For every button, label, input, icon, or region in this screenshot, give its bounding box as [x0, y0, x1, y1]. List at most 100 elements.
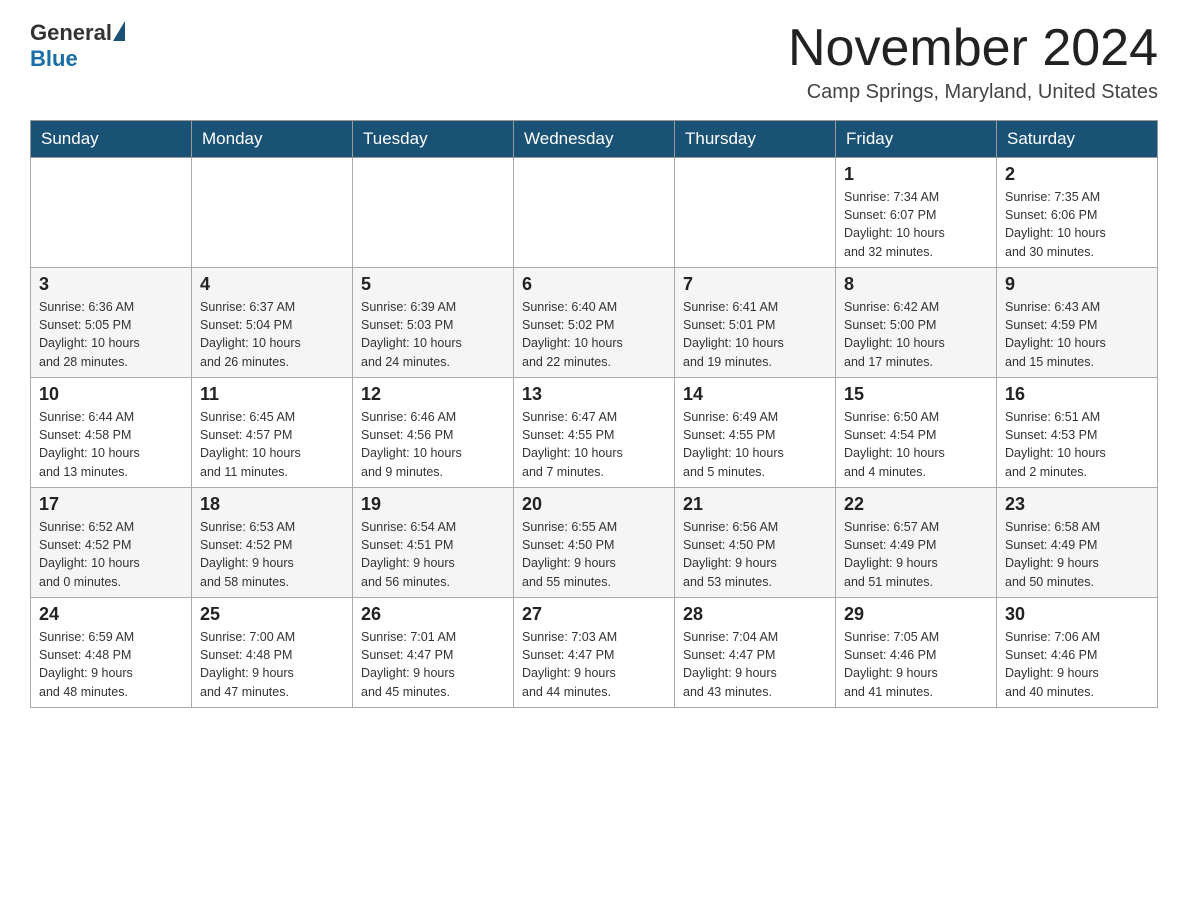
day-number: 23: [1005, 494, 1149, 515]
day-info: Sunrise: 7:05 AM Sunset: 4:46 PM Dayligh…: [844, 628, 988, 701]
day-number: 25: [200, 604, 344, 625]
day-cell: 30Sunrise: 7:06 AM Sunset: 4:46 PM Dayli…: [997, 598, 1158, 708]
day-number: 11: [200, 384, 344, 405]
day-info: Sunrise: 6:57 AM Sunset: 4:49 PM Dayligh…: [844, 518, 988, 591]
day-number: 28: [683, 604, 827, 625]
day-info: Sunrise: 7:04 AM Sunset: 4:47 PM Dayligh…: [683, 628, 827, 701]
location-title: Camp Springs, Maryland, United States: [788, 81, 1158, 104]
month-title: November 2024: [788, 20, 1158, 77]
day-info: Sunrise: 6:51 AM Sunset: 4:53 PM Dayligh…: [1005, 408, 1149, 481]
weekday-header-friday: Friday: [836, 121, 997, 158]
day-cell: [353, 158, 514, 268]
week-row-1: 1 Sunrise: 7:34 AM Sunset: 6:07 PM Daylig…: [31, 158, 1158, 268]
day-info: Sunrise: 7:34 AM Sunset: 6:07 PM Dayligh…: [844, 188, 988, 261]
weekday-header-monday: Monday: [192, 121, 353, 158]
week-row-4: 17 Sunrise: 6:52 AM Sunset: 4:52 PM Dayli…: [31, 488, 1158, 598]
day-cell: 18 Sunrise: 6:53 AM Sunset: 4:52 PM Dayli…: [192, 488, 353, 598]
day-cell: 25 Sunrise: 7:00 AM Sunset: 4:48 PM Dayli…: [192, 598, 353, 708]
day-number: 26: [361, 604, 505, 625]
day-number: 24: [39, 604, 183, 625]
day-info: Sunrise: 6:46 AM Sunset: 4:56 PM Dayligh…: [361, 408, 505, 481]
title-area: November 2024 Camp Springs, Maryland, Un…: [788, 20, 1158, 104]
week-row-5: 24 Sunrise: 6:59 AM Sunset: 4:48 PM Dayli…: [31, 598, 1158, 708]
day-info: Sunrise: 6:56 AM Sunset: 4:50 PM Dayligh…: [683, 518, 827, 591]
logo-triangle-icon: [113, 21, 125, 41]
day-info: Sunrise: 7:03 AM Sunset: 4:47 PM Dayligh…: [522, 628, 666, 701]
day-info: Sunrise: 6:40 AM Sunset: 5:02 PM Dayligh…: [522, 298, 666, 371]
day-info: Sunrise: 6:58 AM Sunset: 4:49 PM Dayligh…: [1005, 518, 1149, 591]
day-cell: 19 Sunrise: 6:54 AM Sunset: 4:51 PM Dayli…: [353, 488, 514, 598]
day-number: 22: [844, 494, 988, 515]
day-number: 9: [1005, 274, 1149, 295]
day-cell: 3 Sunrise: 6:36 AM Sunset: 5:05 PM Daylig…: [31, 268, 192, 378]
day-info: Sunrise: 6:45 AM Sunset: 4:57 PM Dayligh…: [200, 408, 344, 481]
day-number: 12: [361, 384, 505, 405]
weekday-header-row: SundayMondayTuesdayWednesdayThursdayFrid…: [31, 121, 1158, 158]
weekday-header-wednesday: Wednesday: [514, 121, 675, 158]
day-cell: [192, 158, 353, 268]
day-number: 16: [1005, 384, 1149, 405]
day-cell: 21 Sunrise: 6:56 AM Sunset: 4:50 PM Dayli…: [675, 488, 836, 598]
day-cell: 23 Sunrise: 6:58 AM Sunset: 4:49 PM Dayli…: [997, 488, 1158, 598]
week-row-3: 10Sunrise: 6:44 AM Sunset: 4:58 PM Dayli…: [31, 378, 1158, 488]
day-cell: 11 Sunrise: 6:45 AM Sunset: 4:57 PM Dayli…: [192, 378, 353, 488]
day-number: 27: [522, 604, 666, 625]
day-cell: [514, 158, 675, 268]
day-number: 29: [844, 604, 988, 625]
day-cell: 1 Sunrise: 7:34 AM Sunset: 6:07 PM Daylig…: [836, 158, 997, 268]
day-number: 4: [200, 274, 344, 295]
weekday-header-tuesday: Tuesday: [353, 121, 514, 158]
day-number: 20: [522, 494, 666, 515]
day-number: 18: [200, 494, 344, 515]
day-cell: 14Sunrise: 6:49 AM Sunset: 4:55 PM Dayli…: [675, 378, 836, 488]
page-header: General Blue November 2024 Camp Springs,…: [30, 20, 1158, 104]
day-info: Sunrise: 6:53 AM Sunset: 4:52 PM Dayligh…: [200, 518, 344, 591]
logo-general-text: General: [30, 20, 112, 46]
day-info: Sunrise: 6:50 AM Sunset: 4:54 PM Dayligh…: [844, 408, 988, 481]
day-info: Sunrise: 6:39 AM Sunset: 5:03 PM Dayligh…: [361, 298, 505, 371]
day-info: Sunrise: 7:35 AM Sunset: 6:06 PM Dayligh…: [1005, 188, 1149, 261]
day-number: 10: [39, 384, 183, 405]
weekday-header-thursday: Thursday: [675, 121, 836, 158]
day-number: 3: [39, 274, 183, 295]
day-number: 15: [844, 384, 988, 405]
day-cell: 4 Sunrise: 6:37 AM Sunset: 5:04 PM Daylig…: [192, 268, 353, 378]
day-cell: 6Sunrise: 6:40 AM Sunset: 5:02 PM Daylig…: [514, 268, 675, 378]
day-info: Sunrise: 7:00 AM Sunset: 4:48 PM Dayligh…: [200, 628, 344, 701]
day-number: 2: [1005, 164, 1149, 185]
day-info: Sunrise: 6:37 AM Sunset: 5:04 PM Dayligh…: [200, 298, 344, 371]
day-info: Sunrise: 6:55 AM Sunset: 4:50 PM Dayligh…: [522, 518, 666, 591]
day-cell: 28 Sunrise: 7:04 AM Sunset: 4:47 PM Dayli…: [675, 598, 836, 708]
day-cell: 7Sunrise: 6:41 AM Sunset: 5:01 PM Daylig…: [675, 268, 836, 378]
day-cell: 10Sunrise: 6:44 AM Sunset: 4:58 PM Dayli…: [31, 378, 192, 488]
day-info: Sunrise: 6:36 AM Sunset: 5:05 PM Dayligh…: [39, 298, 183, 371]
day-cell: 15 Sunrise: 6:50 AM Sunset: 4:54 PM Dayli…: [836, 378, 997, 488]
day-cell: 26Sunrise: 7:01 AM Sunset: 4:47 PM Dayli…: [353, 598, 514, 708]
calendar-table: SundayMondayTuesdayWednesdayThursdayFrid…: [30, 120, 1158, 708]
day-number: 1: [844, 164, 988, 185]
day-info: Sunrise: 7:06 AM Sunset: 4:46 PM Dayligh…: [1005, 628, 1149, 701]
day-cell: 13Sunrise: 6:47 AM Sunset: 4:55 PM Dayli…: [514, 378, 675, 488]
day-info: Sunrise: 6:42 AM Sunset: 5:00 PM Dayligh…: [844, 298, 988, 371]
day-number: 8: [844, 274, 988, 295]
day-number: 7: [683, 274, 827, 295]
day-cell: [31, 158, 192, 268]
day-info: Sunrise: 6:49 AM Sunset: 4:55 PM Dayligh…: [683, 408, 827, 481]
day-cell: 20 Sunrise: 6:55 AM Sunset: 4:50 PM Dayli…: [514, 488, 675, 598]
day-number: 21: [683, 494, 827, 515]
day-cell: 12 Sunrise: 6:46 AM Sunset: 4:56 PM Dayli…: [353, 378, 514, 488]
day-number: 17: [39, 494, 183, 515]
day-cell: 22 Sunrise: 6:57 AM Sunset: 4:49 PM Dayli…: [836, 488, 997, 598]
day-info: Sunrise: 6:59 AM Sunset: 4:48 PM Dayligh…: [39, 628, 183, 701]
day-info: Sunrise: 6:52 AM Sunset: 4:52 PM Dayligh…: [39, 518, 183, 591]
weekday-header-sunday: Sunday: [31, 121, 192, 158]
day-info: Sunrise: 6:43 AM Sunset: 4:59 PM Dayligh…: [1005, 298, 1149, 371]
week-row-2: 3 Sunrise: 6:36 AM Sunset: 5:05 PM Daylig…: [31, 268, 1158, 378]
day-cell: 2 Sunrise: 7:35 AM Sunset: 6:06 PM Daylig…: [997, 158, 1158, 268]
day-number: 19: [361, 494, 505, 515]
day-cell: 5Sunrise: 6:39 AM Sunset: 5:03 PM Daylig…: [353, 268, 514, 378]
day-info: Sunrise: 6:54 AM Sunset: 4:51 PM Dayligh…: [361, 518, 505, 591]
day-cell: 17 Sunrise: 6:52 AM Sunset: 4:52 PM Dayli…: [31, 488, 192, 598]
logo: General Blue: [30, 20, 126, 72]
logo-blue-text: Blue: [30, 46, 78, 71]
